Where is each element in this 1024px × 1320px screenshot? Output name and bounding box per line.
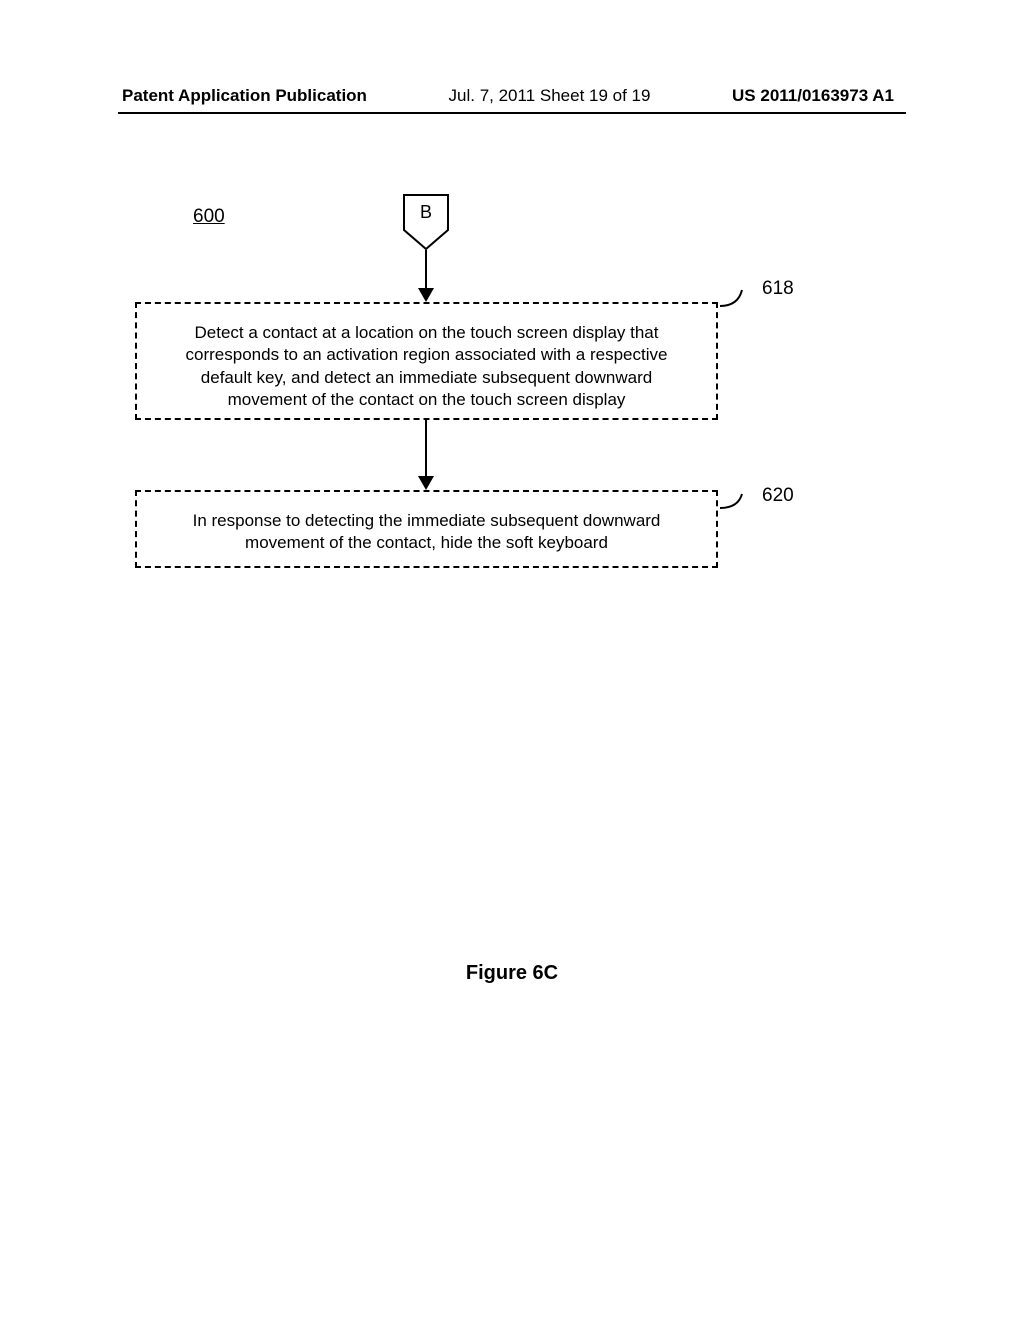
arrow-618-to-620 bbox=[425, 420, 427, 480]
leader-line-618 bbox=[720, 288, 760, 318]
patent-sheet: Patent Application Publication Jul. 7, 2… bbox=[0, 0, 1024, 1320]
arrowhead-icon bbox=[418, 476, 434, 490]
step-618-text: Detect a contact at a location on the to… bbox=[186, 323, 668, 409]
reference-numeral-620: 620 bbox=[762, 485, 794, 507]
step-620-text: In response to detecting the immediate s… bbox=[193, 511, 661, 552]
figure-caption: Figure 6C bbox=[0, 962, 1024, 985]
header-divider bbox=[118, 112, 906, 114]
header-date-sheet: Jul. 7, 2011 Sheet 19 of 19 bbox=[449, 86, 651, 106]
leader-line-620 bbox=[720, 492, 760, 522]
flowchart-number: 600 bbox=[193, 206, 225, 228]
header-publication-type: Patent Application Publication bbox=[122, 86, 367, 106]
header-publication-number: US 2011/0163973 A1 bbox=[732, 86, 894, 106]
flowchart-connector-b: B bbox=[403, 194, 449, 250]
reference-numeral-618: 618 bbox=[762, 278, 794, 300]
flowchart-step-618: Detect a contact at a location on the to… bbox=[135, 302, 718, 420]
page-header: Patent Application Publication Jul. 7, 2… bbox=[0, 86, 1024, 106]
flowchart-step-620: In response to detecting the immediate s… bbox=[135, 490, 718, 568]
arrowhead-icon bbox=[418, 288, 434, 302]
connector-label: B bbox=[403, 202, 449, 223]
